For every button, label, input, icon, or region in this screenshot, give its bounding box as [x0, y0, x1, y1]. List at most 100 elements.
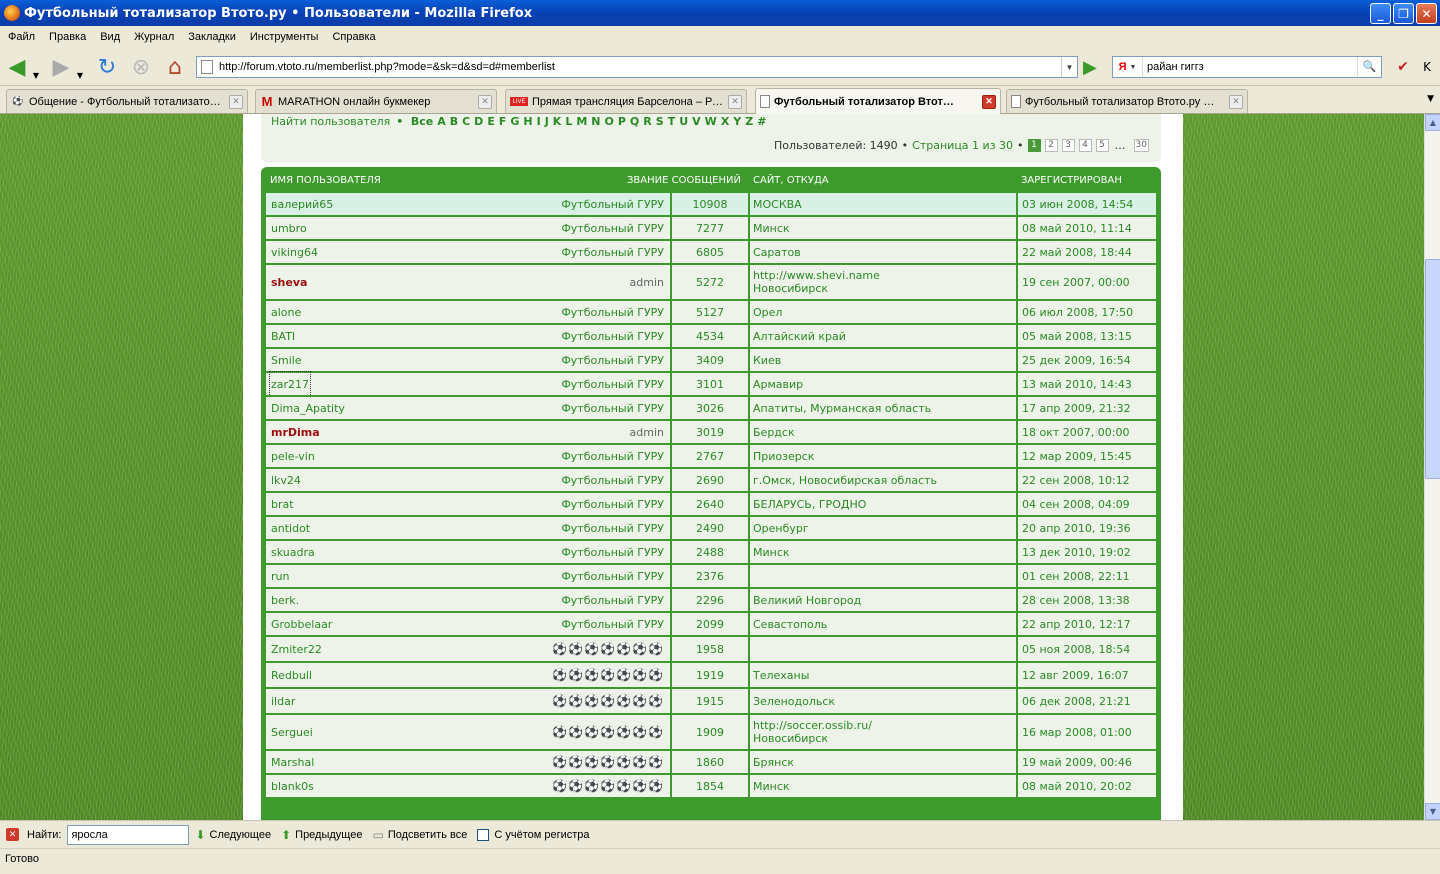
page-link[interactable]: 30 — [1133, 139, 1149, 152]
close-button[interactable]: ✕ — [1416, 3, 1437, 24]
letter-link[interactable]: T — [668, 115, 676, 128]
tab-close-icon[interactable]: ✕ — [229, 94, 243, 109]
user-name-link[interactable]: umbro — [271, 217, 307, 239]
letter-link[interactable]: B — [450, 115, 458, 128]
post-count-link[interactable]: 7277 — [670, 217, 750, 239]
user-name-link[interactable]: валерий65 — [271, 193, 333, 215]
post-count-link[interactable]: 2376 — [670, 565, 750, 587]
post-count-link[interactable]: 1909 — [670, 715, 750, 749]
tab-3-active[interactable]: Футбольный тотализатор Втот… ✕ — [755, 88, 1001, 114]
tab-close-icon[interactable]: ✕ — [728, 94, 742, 109]
post-count-link[interactable]: 2640 — [670, 493, 750, 515]
letter-link[interactable]: N — [591, 115, 600, 128]
menu-item-6[interactable]: Справка — [326, 31, 381, 43]
letter-link[interactable]: K — [553, 115, 562, 128]
letter-link[interactable]: I — [537, 115, 541, 128]
post-count-link[interactable]: 1919 — [670, 663, 750, 687]
user-name-link[interactable]: sheva — [271, 265, 307, 299]
user-name-link[interactable]: Redbull — [271, 663, 312, 687]
reload-icon[interactable]: ↻ — [94, 54, 120, 80]
user-name-link[interactable]: Grobbelaar — [271, 613, 332, 635]
search-bar[interactable]: Я ▼ райан гиггз 🔍 — [1112, 56, 1382, 78]
user-name-link[interactable]: Smile — [271, 349, 302, 371]
letter-link[interactable]: G — [510, 115, 519, 128]
search-input[interactable]: райан гиггз — [1143, 61, 1357, 73]
letter-link[interactable]: Z — [745, 115, 753, 128]
post-count-link[interactable]: 3409 — [670, 349, 750, 371]
letter-link[interactable]: V — [692, 115, 701, 128]
menu-item-1[interactable]: Правка — [43, 31, 92, 43]
back-history-dropdown[interactable]: ▼ — [30, 62, 42, 88]
post-count-link[interactable]: 2690 — [670, 469, 750, 491]
tab-0[interactable]: ⚽ Общение - Футбольный тотализато… ✕ — [6, 89, 248, 113]
url-bar[interactable]: http://forum.vtoto.ru/memberlist.php?mod… — [196, 56, 1078, 78]
post-count-link[interactable]: 2296 — [670, 589, 750, 611]
tab-close-icon[interactable]: ✕ — [478, 94, 492, 109]
user-name-link[interactable]: Dima_Apatity — [271, 397, 345, 419]
user-name-link[interactable]: antidot — [271, 517, 310, 539]
letter-link[interactable]: F — [499, 115, 507, 128]
user-name-link[interactable]: ildar — [271, 689, 295, 713]
post-count-link[interactable]: 1958 — [670, 637, 750, 661]
highlight-all-button[interactable]: ▭ Подсветить все — [372, 828, 467, 842]
match-case-checkbox[interactable]: С учётом регистра — [477, 828, 590, 841]
search-engine-icon[interactable]: Я ▼ — [1113, 57, 1143, 77]
user-name-link[interactable]: skuadra — [271, 541, 315, 563]
page-link[interactable]: 4 — [1078, 139, 1092, 152]
scroll-down-icon[interactable]: ▼ — [1425, 803, 1440, 820]
user-name-link[interactable]: mrDima — [271, 421, 320, 443]
url-dropdown-icon[interactable]: ▼ — [1061, 57, 1077, 77]
letter-link[interactable]: S — [656, 115, 664, 128]
col-joined[interactable]: Зарегистрирован — [1021, 175, 1122, 186]
user-name-link[interactable]: run — [271, 565, 289, 587]
user-name-link[interactable]: Marshal — [271, 751, 314, 773]
location-line[interactable]: http://www.shevi.name — [753, 269, 880, 282]
tab-close-icon[interactable]: ✕ — [982, 94, 996, 109]
col-name[interactable]: Имя пользователя — [270, 175, 381, 186]
page-link[interactable]: 5 — [1095, 139, 1109, 152]
menu-item-4[interactable]: Закладки — [182, 31, 242, 43]
forward-button-icon[interactable]: ▶ — [48, 54, 74, 80]
user-name-link[interactable]: BATI — [271, 325, 295, 347]
tab-2[interactable]: LIVE Прямая трансляция Барселона – Ре… ✕ — [505, 89, 747, 113]
post-count-link[interactable]: 1854 — [670, 775, 750, 797]
menu-item-3[interactable]: Журнал — [128, 31, 180, 43]
forward-history-dropdown[interactable]: ▼ — [74, 62, 86, 88]
search-icon[interactable]: 🔍 — [1357, 57, 1381, 77]
user-name-link[interactable]: blank0s — [271, 775, 314, 797]
post-count-link[interactable]: 1860 — [670, 751, 750, 773]
location-line[interactable]: http://soccer.ossib.ru/ — [753, 719, 872, 732]
tab-list-dropdown-icon[interactable]: ▼ — [1427, 94, 1434, 104]
menu-item-2[interactable]: Вид — [94, 31, 126, 43]
find-close-icon[interactable]: ✕ — [6, 828, 19, 841]
user-name-link[interactable]: brat — [271, 493, 294, 515]
page-link[interactable]: 1 — [1027, 139, 1041, 152]
menu-item-0[interactable]: Файл — [2, 31, 41, 43]
minimize-button[interactable]: _ — [1370, 3, 1391, 24]
user-name-link[interactable]: berk. — [271, 589, 299, 611]
letter-link[interactable]: X — [721, 115, 729, 128]
page-scrollbar[interactable]: ▲ ▼ — [1424, 114, 1440, 820]
tab-4[interactable]: Футбольный тотализатор Втото.ру … ✕ — [1006, 89, 1248, 113]
bookmark-icon[interactable]: ✔ — [1390, 54, 1416, 80]
post-count-link[interactable]: 6805 — [670, 241, 750, 263]
user-name-link[interactable]: Zmiter22 — [271, 637, 322, 661]
letter-link[interactable]: P — [618, 115, 626, 128]
post-count-link[interactable]: 2099 — [670, 613, 750, 635]
page-link[interactable]: 2 — [1044, 139, 1058, 152]
page-link[interactable]: 3 — [1061, 139, 1075, 152]
letter-link[interactable]: Q — [630, 115, 639, 128]
post-count-link[interactable]: 1915 — [670, 689, 750, 713]
post-count-link[interactable]: 10908 — [670, 193, 750, 215]
tab-close-icon[interactable]: ✕ — [1229, 94, 1243, 109]
post-count-link[interactable]: 2488 — [670, 541, 750, 563]
letter-link[interactable]: H — [523, 115, 532, 128]
tab-1[interactable]: M MARATHON онлайн букмекер ✕ — [255, 89, 497, 113]
letter-link[interactable]: L — [565, 115, 572, 128]
post-count-link[interactable]: 5127 — [670, 301, 750, 323]
page-indicator[interactable]: Страница 1 из 30 — [912, 139, 1013, 152]
user-name-link[interactable]: alone — [271, 301, 301, 323]
letter-link[interactable]: # — [757, 115, 766, 128]
go-icon[interactable]: ▶ — [1083, 58, 1103, 78]
user-name-link[interactable]: viking64 — [271, 241, 318, 263]
